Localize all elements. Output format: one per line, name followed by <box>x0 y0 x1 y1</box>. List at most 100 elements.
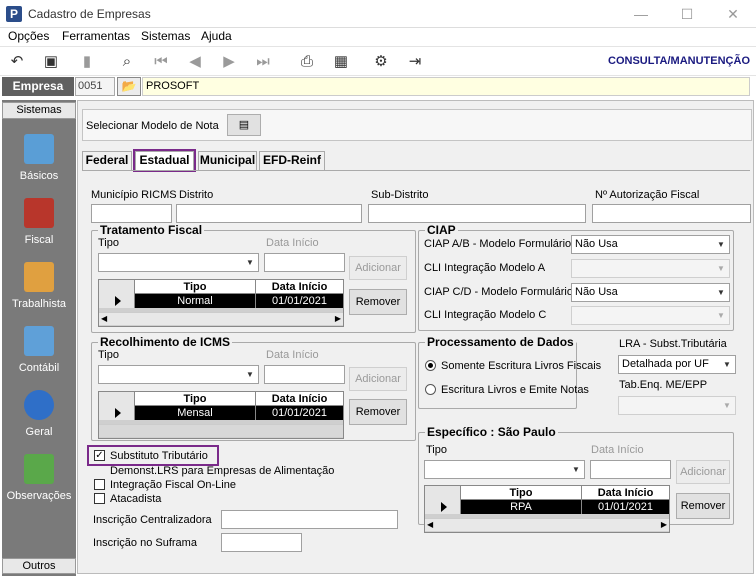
calculator-icon[interactable]: ▦ <box>330 52 352 72</box>
next-record-icon[interactable]: ▶ <box>218 52 240 72</box>
tratamento-data-label: Data Início <box>266 237 319 249</box>
recolhimento-tipo-select[interactable]: ▼ <box>98 365 259 384</box>
title-bar: P Cadastro de Empresas — ☐ ✕ <box>0 0 756 28</box>
grid-cell-data[interactable]: 01/01/2021 <box>582 500 670 514</box>
substituto-label[interactable]: Substituto Tributário <box>110 450 208 462</box>
scroll-left-icon[interactable]: ◀ <box>101 313 107 325</box>
recolhimento-grid: Tipo Data Início Mensal 01/01/2021 <box>98 391 344 439</box>
tratamento-horizontal-scrollbar[interactable]: ◀ ▶ <box>99 312 343 325</box>
observacoes-icon[interactable] <box>24 454 54 484</box>
lra-select[interactable]: Detalhada por UF ▼ <box>618 355 736 374</box>
grid-row-selector[interactable] <box>99 392 135 420</box>
grid-cell-data[interactable]: 01/01/2021 <box>256 294 344 308</box>
distrito-input[interactable] <box>176 204 362 223</box>
model-select-button[interactable]: ▤ <box>227 114 261 136</box>
grid-cell-tipo[interactable]: Normal <box>135 294 256 308</box>
grid-header-tipo: Tipo <box>135 392 256 406</box>
menu-ajuda[interactable]: Ajuda <box>201 29 232 43</box>
sidebar-footer[interactable]: Outros <box>2 558 76 574</box>
fiscal-icon[interactable] <box>24 198 54 228</box>
tab-federal[interactable]: Federal <box>82 151 132 170</box>
tratamento-add-button[interactable]: Adicionar <box>349 256 407 280</box>
contabil-icon[interactable] <box>24 326 54 356</box>
bookmark-icon[interactable]: ▮ <box>76 52 98 72</box>
centralizadora-input[interactable] <box>221 510 398 529</box>
save-icon[interactable]: ▣ <box>40 52 62 72</box>
radio-escritura-emite[interactable] <box>425 384 436 395</box>
sidebar-item-fiscal[interactable]: Fiscal <box>2 234 76 246</box>
cli-c-select[interactable]: ▼ <box>571 306 730 325</box>
undo-icon[interactable]: ↶ <box>6 52 28 72</box>
previous-record-icon[interactable]: ◀ <box>184 52 206 72</box>
grid-cell-tipo[interactable]: Mensal <box>135 406 256 420</box>
sp-tipo-select[interactable]: ▼ <box>424 460 585 479</box>
recolhimento-data-input[interactable] <box>264 365 345 384</box>
last-record-icon[interactable]: ⏭ <box>252 52 274 72</box>
sp-data-input[interactable] <box>590 460 671 479</box>
tab-enq-select[interactable]: ▼ <box>618 396 736 415</box>
preview-icon[interactable]: ⌕ <box>116 52 138 72</box>
radio-escritura-emite-label[interactable]: Escritura Livros e Emite Notas <box>441 384 589 396</box>
tratamento-data-input[interactable] <box>264 253 345 272</box>
tratamento-remove-button[interactable]: Remover <box>349 289 407 315</box>
grid-cell-data[interactable]: 01/01/2021 <box>256 406 344 420</box>
empresa-code-field[interactable]: 0051 <box>75 77 115 96</box>
tab-efd-reinf[interactable]: EFD-Reinf <box>259 151 325 170</box>
atacadista-label[interactable]: Atacadista <box>110 493 161 505</box>
grid-row-selector[interactable] <box>425 486 461 514</box>
basicos-icon[interactable] <box>24 134 54 164</box>
close-icon[interactable]: ✕ <box>718 4 748 24</box>
municipio-input[interactable] <box>91 204 172 223</box>
cli-a-select[interactable]: ▼ <box>571 259 730 278</box>
substituto-checkbox[interactable]: ✓ <box>94 450 105 461</box>
sp-add-button[interactable]: Adicionar <box>676 460 730 484</box>
tab-estadual[interactable]: Estadual <box>133 149 196 172</box>
open-folder-icon[interactable]: 📂 <box>117 77 141 96</box>
scroll-right-icon[interactable]: ▶ <box>335 313 341 325</box>
integracao-label[interactable]: Integração Fiscal On-Line <box>110 479 236 491</box>
sp-remove-button[interactable]: Remover <box>676 493 730 519</box>
tab-municipal[interactable]: Municipal <box>198 151 257 170</box>
demonst-label[interactable]: Demonst.LRS para Empresas de Alimentação <box>110 465 334 477</box>
geral-info-icon[interactable] <box>24 390 54 420</box>
recolhimento-add-button[interactable]: Adicionar <box>349 367 407 391</box>
grid-header-tipo: Tipo <box>135 280 256 294</box>
tools-icon[interactable]: ⚙ <box>370 52 392 72</box>
exit-icon[interactable]: ⇥ <box>404 52 426 72</box>
print-icon[interactable]: ⎙ <box>296 52 318 72</box>
empresa-bar: Empresa 0051 📂 PROSOFT <box>0 76 756 98</box>
recolhimento-tipo-label: Tipo <box>98 349 119 361</box>
scroll-right-icon[interactable]: ▶ <box>661 519 667 531</box>
minimize-icon[interactable]: — <box>626 4 656 24</box>
ciap-cd-label: CIAP C/D - Modelo Formulário <box>424 286 573 298</box>
grid-row-selector[interactable] <box>99 280 135 308</box>
sidebar-item-trabalhista[interactable]: Trabalhista <box>2 298 76 310</box>
recolhimento-data-label: Data Início <box>266 349 319 361</box>
sidebar-item-contabil[interactable]: Contábil <box>2 362 76 374</box>
tratamento-tipo-select[interactable]: ▼ <box>98 253 259 272</box>
scroll-left-icon[interactable]: ◀ <box>427 519 433 531</box>
sp-horizontal-scrollbar[interactable]: ◀ ▶ <box>425 518 669 531</box>
recolhimento-remove-button[interactable]: Remover <box>349 399 407 425</box>
first-record-icon[interactable]: ⏮ <box>150 52 172 72</box>
sp-legend: Específico : São Paulo <box>427 425 556 439</box>
grid-cell-tipo[interactable]: RPA <box>461 500 582 514</box>
maximize-icon[interactable]: ☐ <box>672 4 702 24</box>
suframa-input[interactable] <box>221 533 302 552</box>
radio-somente-escritura-label[interactable]: Somente Escritura Livros Fiscais <box>441 360 601 372</box>
atacadista-checkbox[interactable] <box>94 493 105 504</box>
integracao-checkbox[interactable] <box>94 479 105 490</box>
menu-ferramentas[interactable]: Ferramentas <box>62 29 130 43</box>
menu-sistemas[interactable]: Sistemas <box>141 29 190 43</box>
sidebar-item-basicos[interactable]: Básicos <box>2 170 76 182</box>
cli-a-label: CLI Integração Modelo A <box>424 262 546 274</box>
trabalhista-icon[interactable] <box>24 262 54 292</box>
sidebar-item-geral[interactable]: Geral <box>2 426 76 438</box>
sidebar-item-observacoes[interactable]: Observações <box>2 490 76 502</box>
subdistrito-input[interactable] <box>368 204 586 223</box>
autorizacao-input[interactable] <box>592 204 751 223</box>
ciap-cd-select[interactable]: Não Usa ▼ <box>571 283 730 302</box>
radio-somente-escritura[interactable] <box>425 360 436 371</box>
menu-opcoes[interactable]: Opções <box>8 29 49 43</box>
ciap-ab-select[interactable]: Não Usa ▼ <box>571 235 730 254</box>
